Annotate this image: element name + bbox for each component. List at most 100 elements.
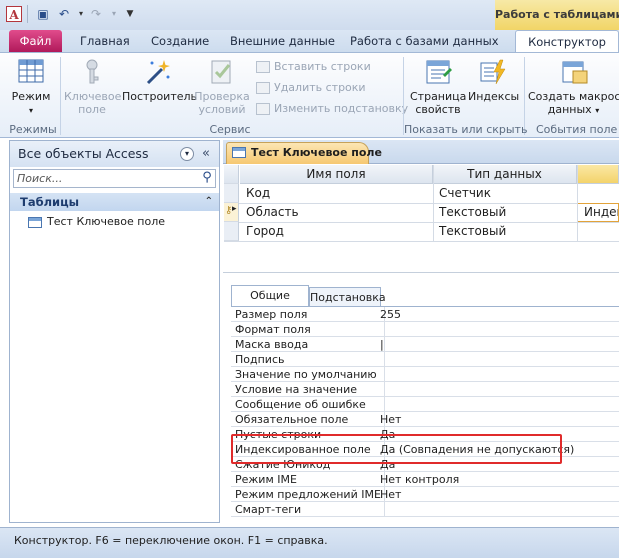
document-tab-bar: Тест Ключевое поле: [223, 140, 619, 164]
nav-pane-title: Все объекты Access: [18, 146, 149, 161]
primary-key-button[interactable]: Ключевое поле: [64, 57, 122, 116]
nav-group-tables[interactable]: Таблицы ⌃: [10, 193, 219, 211]
group-label-field-events: События поле: [536, 123, 618, 136]
save-icon[interactable]: ▣: [35, 6, 51, 22]
test-validation-label-2: условий: [198, 103, 246, 116]
row-selector-current[interactable]: ⚷ ▸: [224, 203, 239, 222]
property-row[interactable]: Обязательное поле Нет: [231, 412, 619, 427]
indexes-button[interactable]: Индексы: [468, 57, 519, 103]
property-row[interactable]: Размер поля 255: [231, 307, 619, 322]
property-divider: [384, 502, 385, 517]
table-icon: [232, 147, 246, 158]
collapse-pane-icon[interactable]: «: [202, 141, 210, 167]
document-tab[interactable]: Тест Ключевое поле: [226, 142, 382, 164]
property-row[interactable]: Маска ввода |: [231, 337, 619, 352]
field-name-cell[interactable]: Город: [240, 222, 433, 241]
property-sheet-button[interactable]: Страница свойств: [410, 57, 466, 116]
property-label: Маска ввода: [235, 338, 309, 351]
redo-icon[interactable]: ↷: [88, 6, 104, 22]
field-properties-pane: Общие Подстановка Размер поля 255 Формат п…: [223, 272, 619, 527]
property-row[interactable]: Подпись: [231, 352, 619, 367]
column-divider: [433, 165, 434, 241]
modify-lookups-button[interactable]: Изменить подстановку: [256, 100, 408, 118]
property-value[interactable]: 255: [380, 307, 401, 322]
tab-designer[interactable]: Конструктор: [515, 30, 619, 54]
ribbon: Режим ▾ Ключевое поле Построитель Проверка…: [0, 52, 619, 138]
row-selector[interactable]: [224, 222, 239, 241]
collapse-group-icon[interactable]: ⌃: [205, 193, 213, 211]
nav-pane-header[interactable]: Все объекты Access ▾ «: [10, 141, 219, 167]
description-cell[interactable]: Инден: [577, 203, 619, 222]
builder-label: Построитель: [122, 90, 198, 103]
property-divider: [384, 382, 385, 397]
create-data-macros-button[interactable]: Создать макросыданных ▾: [528, 57, 619, 117]
undo-icon[interactable]: ↶: [56, 6, 72, 22]
property-row[interactable]: Смарт-теги: [231, 502, 619, 517]
tab-database-tools[interactable]: Работа с базами данных: [350, 30, 499, 52]
property-divider: [384, 397, 385, 412]
tab-file[interactable]: Файл: [9, 30, 62, 52]
lightning-indexes-icon: [480, 59, 506, 85]
insert-rows-button[interactable]: Вставить строки: [256, 58, 371, 76]
primary-key-label-2: поле: [78, 103, 106, 116]
search-icon[interactable]: ⚲: [198, 169, 216, 188]
property-row[interactable]: Сообщение об ошибке: [231, 397, 619, 412]
undo-dropdown-icon[interactable]: ▾: [73, 6, 89, 22]
create-macros-label-2: данных: [547, 103, 592, 116]
property-value[interactable]: Нет: [380, 412, 401, 427]
property-divider: [384, 352, 385, 367]
nav-item-table[interactable]: Тест Ключевое поле: [10, 212, 219, 232]
property-label: Режим IME: [235, 473, 297, 486]
group-label-tools: Сервис: [209, 123, 251, 136]
property-divider: [384, 367, 385, 382]
view-button[interactable]: Режим ▾: [10, 57, 52, 117]
property-label: Формат поля: [235, 323, 311, 336]
tab-external-data[interactable]: Внешние данные: [230, 30, 335, 52]
property-divider: [384, 337, 385, 352]
group-label-views: Режимы: [9, 123, 57, 136]
tab-home[interactable]: Главная: [80, 30, 130, 52]
create-macros-label-1: Создать макросы: [528, 90, 619, 103]
nav-menu-chevron-icon[interactable]: ▾: [180, 147, 194, 161]
data-type-cell[interactable]: Текстовый: [433, 203, 577, 222]
view-dropdown-icon: ▾: [28, 106, 33, 115]
property-row[interactable]: Формат поля: [231, 322, 619, 337]
data-type-cell[interactable]: Текстовый: [433, 222, 577, 241]
property-sheet-label-1: Страница: [410, 90, 467, 103]
property-row[interactable]: Условие на значение: [231, 382, 619, 397]
property-value[interactable]: |: [380, 337, 384, 352]
test-validation-button[interactable]: Проверка условий: [193, 57, 251, 116]
tab-lookup[interactable]: Подстановка: [309, 287, 386, 306]
property-row[interactable]: Значение по умолчанию: [231, 367, 619, 382]
key-icon: [86, 59, 99, 84]
current-row-arrow-icon: ▸: [232, 204, 237, 214]
tab-general[interactable]: Общие: [231, 285, 309, 307]
column-header-description[interactable]: [577, 165, 619, 184]
redo-dropdown-icon[interactable]: ▾: [106, 6, 122, 22]
property-row[interactable]: Режим предложений IME Нет: [231, 487, 619, 502]
field-name-cell[interactable]: Область: [240, 203, 433, 222]
customize-toolbar-icon[interactable]: ▼: [122, 6, 138, 22]
magic-wand-icon: [146, 60, 170, 85]
status-text: Конструктор. F6 = переключение окон. F1 …: [14, 534, 328, 547]
nav-group-label: Таблицы: [20, 195, 80, 209]
data-type-cell[interactable]: Счетчик: [433, 184, 577, 203]
column-divider: [577, 165, 578, 241]
property-value[interactable]: Нет контроля: [380, 472, 459, 487]
delete-rows-button[interactable]: Удалить строки: [256, 79, 366, 97]
builder-button[interactable]: Построитель: [122, 57, 197, 103]
nav-search-input[interactable]: Поиск...: [13, 169, 216, 188]
property-label: Обязательное поле: [235, 413, 349, 426]
property-row[interactable]: Режим IME Нет контроля: [231, 472, 619, 487]
access-app-icon[interactable]: A: [6, 6, 22, 22]
row-selector[interactable]: [224, 184, 239, 203]
property-value[interactable]: Нет: [380, 487, 401, 502]
primary-key-label-1: Ключевое: [64, 90, 122, 103]
property-label: Смарт-теги: [235, 503, 302, 516]
field-name-cell[interactable]: Код: [240, 184, 433, 203]
property-sheet-icon: [426, 60, 452, 84]
tab-create[interactable]: Создание: [151, 30, 209, 52]
column-header-data-type[interactable]: Тип данных: [433, 165, 577, 184]
property-label: Условие на значение: [235, 383, 357, 396]
column-header-field-name[interactable]: Имя поля: [240, 165, 433, 184]
